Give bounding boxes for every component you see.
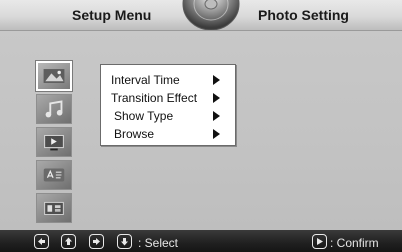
submenu-box: Interval Time Transition Effect Show Typ… xyxy=(100,64,236,146)
down-key-icon xyxy=(117,234,132,249)
arrow-right-icon xyxy=(213,93,220,103)
text-settings-icon[interactable] xyxy=(36,160,72,190)
system-settings-icon[interactable] xyxy=(36,193,72,223)
menu-item-label: Show Type xyxy=(114,109,174,123)
header-bar: Setup Menu Photo Setting xyxy=(0,0,402,31)
tab-photo-setting[interactable]: Photo Setting xyxy=(258,7,349,23)
arrow-right-icon xyxy=(213,111,220,121)
menu-item-label: Transition Effect xyxy=(111,91,198,105)
play-key-icon xyxy=(312,234,327,249)
menu-item-label: Browse xyxy=(114,127,155,141)
setup-menu-screen: Setup Menu Photo Setting Interval Time T… xyxy=(0,0,402,252)
music-settings-icon[interactable] xyxy=(36,94,72,124)
confirm-hint: : Confirm xyxy=(330,236,379,250)
select-hint: : Select xyxy=(138,236,179,250)
menu-item-interval-time[interactable]: Interval Time xyxy=(101,71,235,89)
up-key-icon xyxy=(61,234,76,249)
photo-settings-icon[interactable] xyxy=(35,60,73,92)
left-key-icon xyxy=(34,234,49,249)
footer-hint-bar: : Select : Confirm xyxy=(0,230,402,252)
menu-item-browse[interactable]: Browse xyxy=(101,125,235,143)
video-settings-icon[interactable] xyxy=(36,127,72,157)
arrow-right-icon xyxy=(213,75,220,85)
disc-logo-icon xyxy=(182,0,240,30)
tab-setup-menu[interactable]: Setup Menu xyxy=(72,7,151,23)
menu-item-label: Interval Time xyxy=(111,73,180,87)
right-key-icon xyxy=(89,234,104,249)
arrow-right-icon xyxy=(213,129,220,139)
menu-item-transition-effect[interactable]: Transition Effect xyxy=(101,89,235,107)
menu-item-show-type[interactable]: Show Type xyxy=(101,107,235,125)
